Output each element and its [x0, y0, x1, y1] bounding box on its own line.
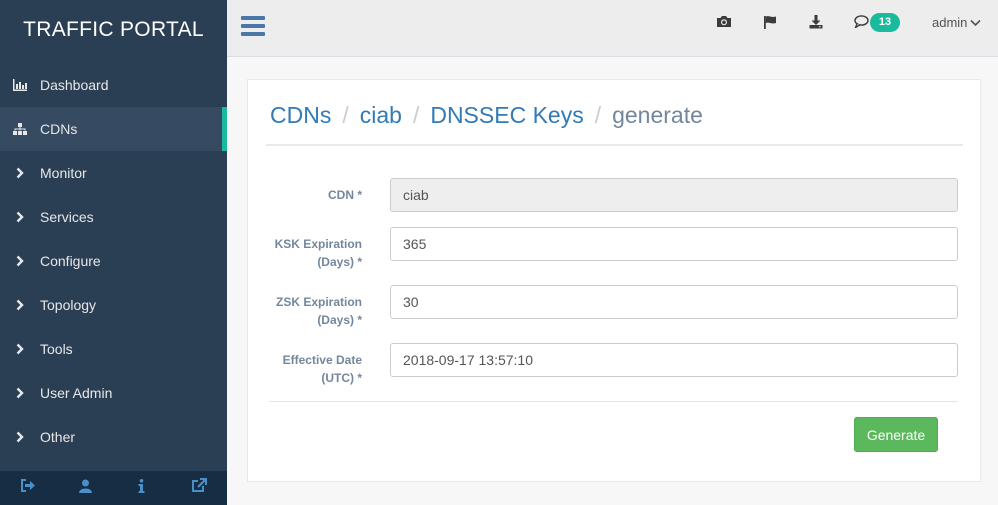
hamburger-icon-bar	[241, 32, 265, 36]
breadcrumb-separator: /	[412, 102, 420, 128]
chevron-right-icon	[0, 255, 40, 267]
screenshot-button[interactable]	[714, 14, 734, 34]
zsk-expiration-field[interactable]	[390, 285, 958, 319]
breadcrumb-cdns-link[interactable]: CDNs	[270, 102, 331, 129]
breadcrumb-separator: /	[342, 102, 349, 128]
top-nav: 13 admin	[227, 0, 998, 57]
breadcrumb-dnssec-keys-link[interactable]: DNSSEC Keys	[430, 102, 583, 129]
menu-toggle-button[interactable]	[241, 16, 265, 38]
flag-button[interactable]	[760, 14, 780, 34]
effective-date-label-line-2: (UTC) *	[321, 371, 362, 385]
user-profile-button[interactable]	[57, 471, 113, 505]
sidebar-item-cdns[interactable]: CDNs	[0, 107, 227, 151]
cdn-field[interactable]	[390, 178, 958, 212]
sidebar-item-label: Dashboard	[40, 77, 109, 93]
ksk-expiration-field[interactable]	[390, 227, 958, 261]
ksk-expiration-label-line-1: KSK Expiration	[274, 237, 362, 251]
chevron-right-icon	[0, 167, 40, 179]
sidebar-item-label: Configure	[40, 253, 101, 269]
sidebar-item-label: Tools	[40, 341, 73, 357]
breadcrumb-current: generate	[612, 102, 703, 128]
sidebar-item-label: Topology	[40, 297, 97, 313]
effective-date-field[interactable]	[390, 343, 958, 377]
notification-count-badge[interactable]: 13	[870, 13, 900, 32]
title-divider	[266, 144, 963, 146]
zsk-expiration-label-line-2: (Days) *	[317, 313, 362, 327]
brand-title[interactable]: TRAFFIC PORTAL	[0, 0, 227, 60]
cdn-field-label-text: CDN *	[327, 188, 362, 202]
logout-button[interactable]	[0, 471, 56, 505]
comment-icon	[853, 15, 869, 33]
sidebar-item-tools[interactable]: Tools	[0, 327, 227, 371]
sidebar-item-monitor[interactable]: Monitor	[0, 151, 227, 195]
sidebar-item-topology[interactable]: Topology	[0, 283, 227, 327]
sidebar-item-label: Monitor	[40, 165, 87, 181]
form-divider	[269, 401, 958, 402]
sidebar-item-label: Services	[40, 209, 94, 225]
breadcrumb-cdn-link[interactable]: ciab	[360, 102, 402, 129]
chevron-right-icon	[0, 343, 40, 355]
user-icon	[78, 479, 92, 498]
chevron-right-icon	[0, 431, 40, 443]
messages-button[interactable]	[851, 14, 871, 34]
user-menu[interactable]: admin	[932, 15, 981, 30]
breadcrumb: CDNs / ciab / DNSSEC Keys / generate	[270, 102, 703, 129]
breadcrumb-separator: /	[594, 102, 602, 128]
sign-out-icon	[20, 479, 36, 497]
download-button[interactable]	[806, 14, 826, 34]
download-icon	[809, 14, 823, 34]
username-label: admin	[932, 15, 968, 30]
sidebar-item-label: Other	[40, 429, 76, 445]
sidebar-item-label: User Admin	[40, 385, 113, 401]
ksk-expiration-label: KSK Expiration (Days) *	[232, 235, 362, 271]
main-panel: CDNs / ciab / DNSSEC Keys / generate CDN…	[247, 79, 981, 482]
sidebar-item-user-admin[interactable]: User Admin	[0, 371, 227, 415]
external-link-icon	[191, 478, 207, 498]
generate-button[interactable]: Generate	[854, 417, 938, 452]
chevron-right-icon	[0, 211, 40, 223]
flag-icon	[763, 15, 777, 34]
zsk-expiration-label-line-1: ZSK Expiration	[275, 295, 362, 309]
chevron-down-icon	[967, 15, 981, 30]
camera-icon	[716, 15, 732, 33]
sidebar-footer	[0, 471, 227, 505]
hamburger-icon-bar	[241, 24, 265, 28]
info-button[interactable]	[114, 471, 170, 505]
chevron-right-icon	[0, 299, 40, 311]
sidebar-item-dashboard[interactable]: Dashboard	[0, 63, 227, 107]
sidebar-nav: Dashboard CDNs Monitor Services Configur…	[0, 63, 227, 459]
ksk-expiration-label-line-2: (Days) *	[317, 255, 362, 269]
sidebar-item-label: CDNs	[40, 121, 78, 137]
sitemap-icon	[0, 123, 40, 135]
chevron-right-icon	[0, 387, 40, 399]
sidebar-item-services[interactable]: Services	[0, 195, 227, 239]
info-icon	[138, 478, 145, 498]
bar-chart-icon	[0, 79, 40, 91]
sidebar-item-other[interactable]: Other	[0, 415, 227, 459]
effective-date-label-line-1: Effective Date	[282, 353, 362, 367]
cdn-field-label: CDN *	[232, 186, 362, 204]
sidebar: TRAFFIC PORTAL Dashboard CDNs Monitor Se…	[0, 0, 227, 505]
external-link-button[interactable]	[171, 471, 227, 505]
zsk-expiration-label: ZSK Expiration (Days) *	[232, 293, 362, 329]
hamburger-icon	[241, 16, 265, 20]
effective-date-label: Effective Date (UTC) *	[232, 351, 362, 387]
sidebar-item-configure[interactable]: Configure	[0, 239, 227, 283]
